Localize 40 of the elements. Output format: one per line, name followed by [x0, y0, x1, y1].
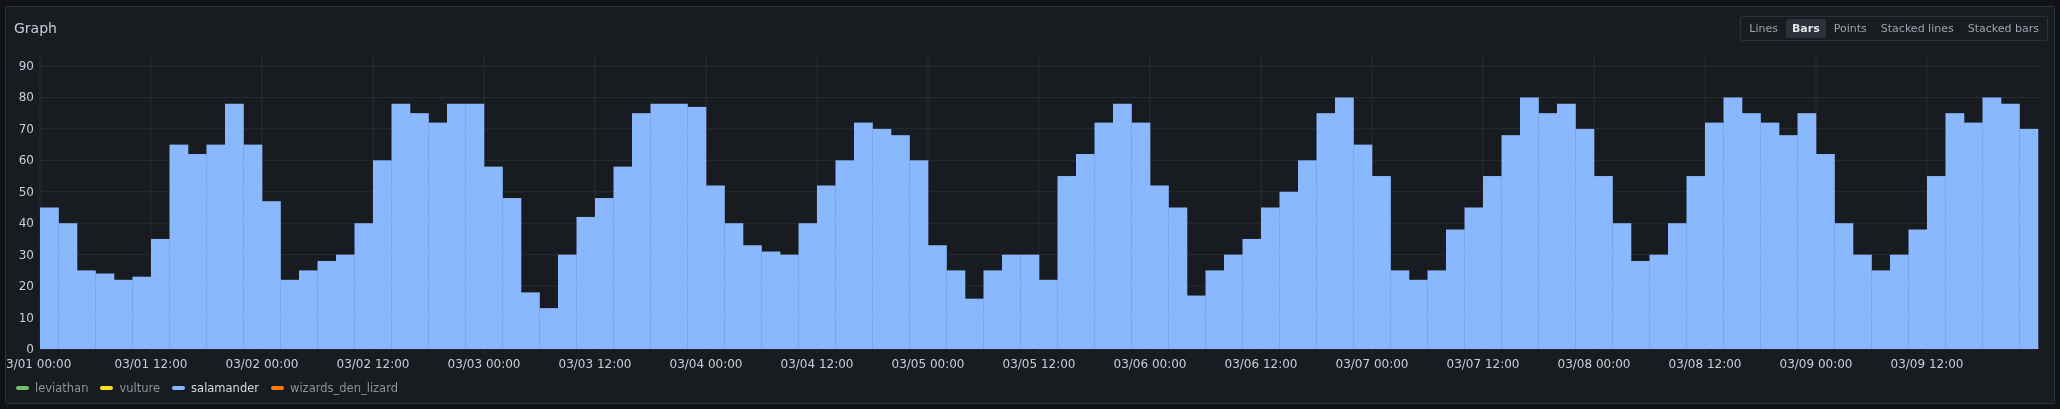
- x-axis-label: 3/01 00:00: [6, 357, 72, 371]
- y-axis-label: 10: [18, 310, 34, 325]
- x-axis-label: 03/02 12:00: [336, 357, 410, 371]
- legend-item[interactable]: leviathan: [16, 381, 89, 395]
- panel-title: Graph: [14, 20, 57, 36]
- x-axis-label: 03/07 12:00: [1446, 357, 1520, 371]
- x-axis-label: 03/06 12:00: [1224, 357, 1298, 371]
- x-axis-label: 03/05 00:00: [891, 357, 965, 371]
- y-axis-label: 90: [18, 59, 34, 73]
- x-axis-label: 03/07 00:00: [1335, 357, 1409, 371]
- x-axis-label: 03/06 00:00: [1113, 357, 1187, 371]
- view-mode-tab[interactable]: Points: [1827, 18, 1873, 38]
- y-axis-label: 80: [18, 90, 34, 105]
- legend-item[interactable]: vulture: [100, 381, 161, 395]
- y-axis-label: 50: [18, 184, 34, 199]
- bar: [1409, 279, 1428, 349]
- y-axis-label: 0: [26, 342, 34, 356]
- x-axis-label: 03/05 12:00: [1002, 357, 1076, 371]
- y-axis-label: 60: [18, 153, 34, 168]
- x-axis-label: 03/08 12:00: [1668, 357, 1742, 371]
- x-axis-label: 03/09 12:00: [1890, 357, 1964, 371]
- y-axis-label: 30: [18, 247, 34, 262]
- legend-item[interactable]: wizards_den_lizard: [271, 381, 398, 395]
- x-axis-label: 03/03 12:00: [558, 357, 632, 371]
- y-axis-label: 20: [18, 279, 34, 294]
- view-mode-tab[interactable]: Stacked lines: [1874, 18, 1960, 38]
- y-axis-label: 40: [18, 216, 34, 231]
- view-mode-tab[interactable]: Stacked bars: [1961, 18, 2045, 38]
- view-mode-tab[interactable]: Lines: [1743, 18, 1784, 38]
- bar: [114, 279, 133, 349]
- x-axis-label: 03/04 12:00: [780, 357, 854, 371]
- legend-item[interactable]: salamander: [172, 381, 259, 395]
- x-axis-label: 03/04 00:00: [669, 357, 743, 371]
- view-mode-tab[interactable]: Bars: [1785, 18, 1826, 38]
- x-axis-label: 03/03 00:00: [447, 357, 521, 371]
- y-axis-label: 70: [18, 121, 34, 136]
- x-axis-label: 03/02 00:00: [225, 357, 299, 371]
- x-axis-label: 03/01 12:00: [114, 357, 188, 371]
- x-axis-label: 03/08 00:00: [1557, 357, 1631, 371]
- x-axis-label: 03/09 00:00: [1779, 357, 1853, 371]
